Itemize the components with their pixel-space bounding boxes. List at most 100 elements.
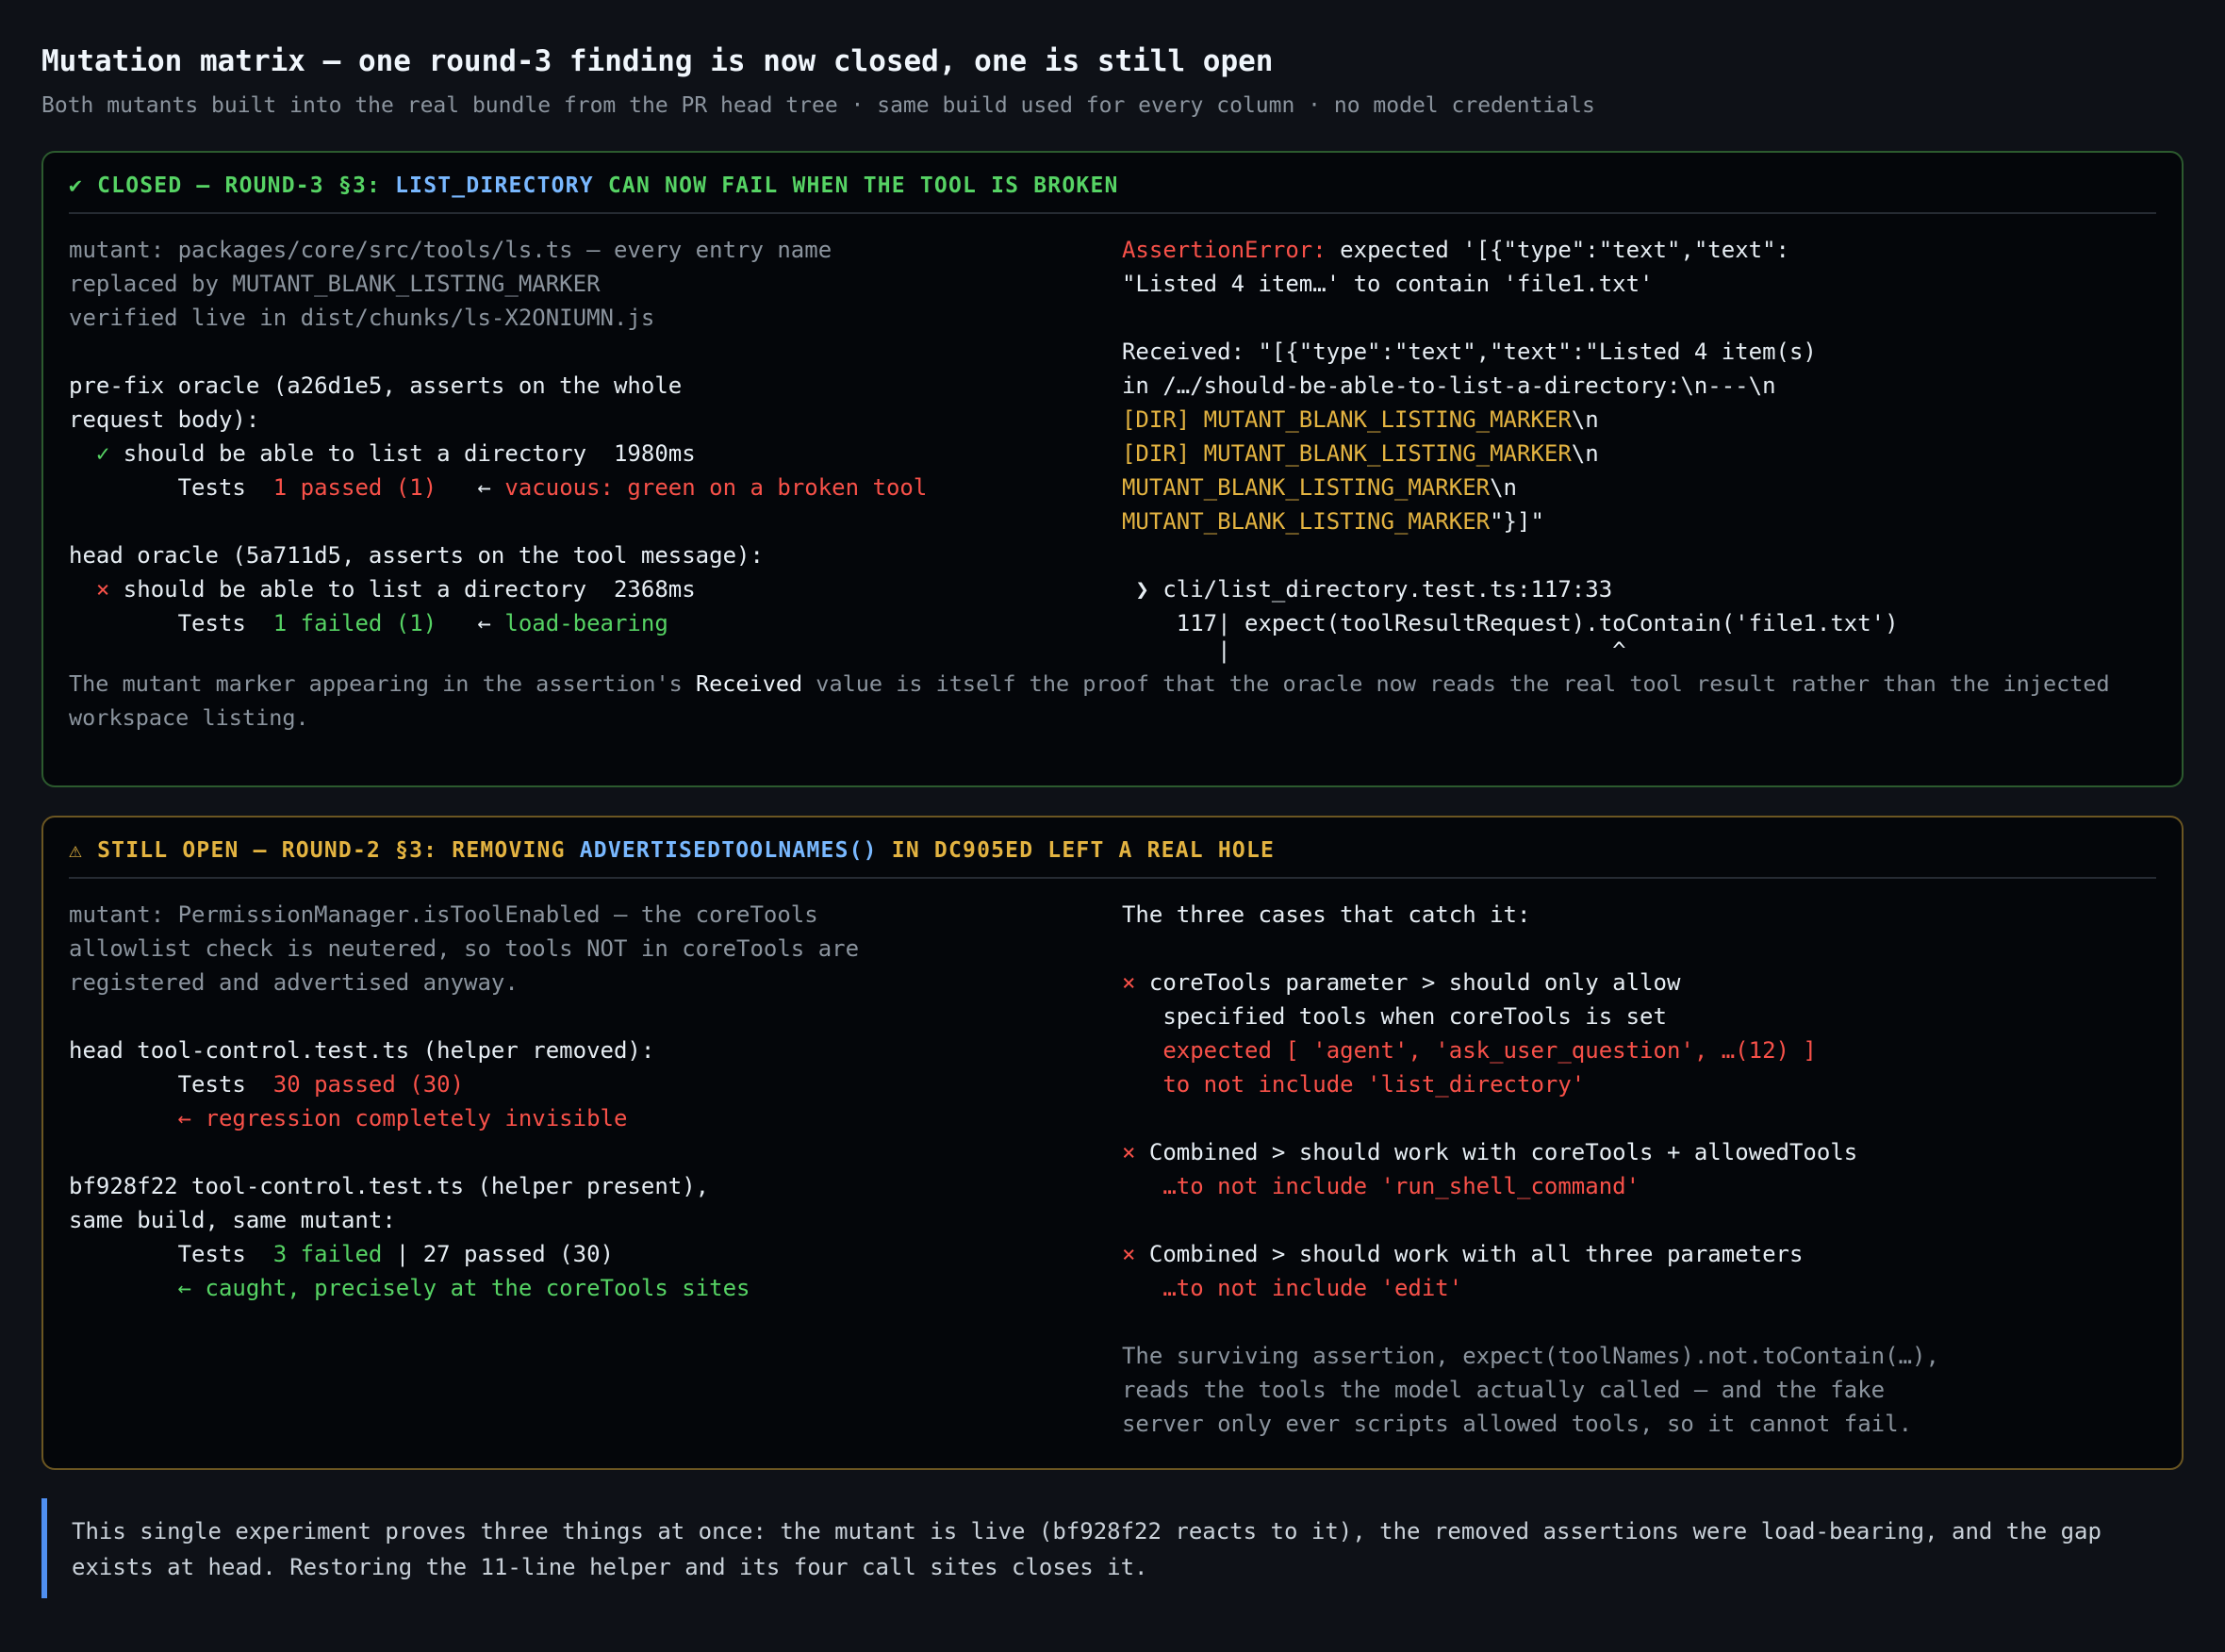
tests-note: load-bearing [504, 610, 668, 636]
error-label: AssertionError: [1121, 237, 1327, 263]
closed-status-label: ✔ CLOSED — ROUND-3 §3: [69, 173, 382, 198]
mutant-line: verified live in dist/chunks/ls-X2ONIUMN… [69, 305, 655, 331]
open-finding-panel: ⚠ STILL OPEN — ROUND-2 §3: REMOVING ADVE… [41, 816, 2184, 1470]
tests-value: 1 passed (1) [272, 474, 437, 501]
head-oracle-line: head oracle (5a711d5, asserts on the too… [69, 542, 764, 569]
bf-tests-row: Tests 3 failed | 27 passed (30) [69, 1237, 1122, 1271]
received-line: MUTANT_BLANK_LISTING_MARKER\n [1122, 471, 2156, 504]
bf-note: ← caught, precisely at the coreTools sit… [69, 1275, 750, 1301]
prefix-oracle-line: request body): [69, 406, 260, 433]
tests-label: Tests [69, 1241, 273, 1267]
open-right-column: The three cases that catch it: × coreTool… [1122, 898, 2156, 1441]
open-status-label: ⚠ STILL OPEN — ROUND-2 §3: REMOVING [69, 838, 566, 863]
tests-rest: | 27 passed (30) [382, 1241, 614, 1267]
error-text-line: "Listed 4 item…' to contain 'file1.txt' [1121, 271, 1654, 297]
case-row: × coreTools parameter > should only allo… [1122, 966, 2156, 999]
cases-heading: The three cases that catch it: [1121, 901, 1531, 928]
received-line: [DIR] MUTANT_BLANK_LISTING_MARKER\n [1122, 437, 2156, 471]
head-line: head tool-control.test.ts (helper remove… [69, 1037, 655, 1064]
source-line: 117| expect(toolResultRequest).toContain… [1121, 610, 1899, 636]
surviving-note: The surviving assertion, expect(toolName… [1121, 1343, 1939, 1369]
case-text: Combined > should work with coreTools + … [1135, 1139, 1858, 1165]
closed-panel-heading: ✔ CLOSED — ROUND-3 §3: LIST_DIRECTORY CA… [69, 172, 2156, 214]
tests-failed: 3 failed [272, 1241, 383, 1267]
case-row: × Combined > should work with coreTools … [1122, 1135, 2156, 1169]
footnote-text: value is itself the proof that the oracl… [802, 670, 2110, 697]
case-detail: …to not include 'edit' [1121, 1275, 1463, 1301]
case-text: coreTools parameter > should only allow [1135, 969, 1681, 996]
case-text: Combined > should work with all three pa… [1135, 1241, 1804, 1267]
case-detail: …to not include 'run_shell_command' [1121, 1173, 1640, 1199]
received-line: [DIR] MUTANT_BLANK_LISTING_MARKER\n [1122, 403, 2156, 437]
escape-text: \n [1571, 406, 1599, 433]
tests-note: vacuous: green on a broken tool [504, 474, 928, 501]
escape-text: \n [1490, 474, 1518, 501]
closed-panel-columns: mutant: packages/core/src/tools/ls.ts — … [69, 233, 2156, 664]
closed-right-column: AssertionError: expected '[{"type":"text… [1121, 233, 2156, 664]
footnote-text: The mutant marker appearing in the asser… [69, 670, 696, 697]
received-line: Received: "[{"type":"text","text":"Liste… [1121, 339, 1817, 365]
head-note: ← regression completely invisible [69, 1105, 628, 1132]
error-text: expected '[{"type":"text","text": [1326, 237, 1789, 263]
received-line: in /…/should-be-able-to-list-a-directory… [1121, 372, 1776, 399]
mutant-line: mutant: packages/core/src/tools/ls.ts — … [69, 237, 832, 263]
tests-label: Tests [69, 1071, 273, 1098]
footnote-emphasis: Received [695, 670, 803, 697]
closed-finding-panel: ✔ CLOSED — ROUND-3 §3: LIST_DIRECTORY CA… [41, 151, 2184, 787]
marker-text: MUTANT_BLANK_LISTING_MARKER [1121, 474, 1491, 501]
mutant-line: allowlist check is neutered, so tools NO… [69, 935, 860, 962]
tests-label: Tests [69, 610, 273, 636]
callout-line: exists at head. Restoring the 11-line he… [72, 1554, 1148, 1580]
prefix-test-row: ✓ should be able to list a directory 198… [69, 437, 1122, 471]
open-highlight: ADVERTISEDTOOLNAMES() [579, 838, 878, 863]
page-subtitle: Both mutants built into the real bundle … [41, 93, 1595, 118]
test-name: should be able to list a directory 2368m… [109, 576, 696, 603]
open-panel-columns: mutant: PermissionManager.isToolEnabled … [69, 898, 2156, 1441]
open-left-column: mutant: PermissionManager.isToolEnabled … [69, 898, 1122, 1441]
arrow-left-icon: ← [437, 474, 505, 501]
cross-icon: × [1121, 1139, 1136, 1165]
bf-line: bf928f22 tool-control.test.ts (helper pr… [69, 1173, 710, 1199]
arrow-left-icon: ← [437, 610, 505, 636]
case-row: × Combined > should work with all three … [1122, 1237, 2156, 1271]
callout-line: This single experiment proves three thin… [72, 1518, 2101, 1545]
assertion-error-line: AssertionError: expected '[{"type":"text… [1122, 233, 2156, 267]
page: Mutation matrix — one round-3 finding is… [0, 0, 2225, 1598]
marker-text: MUTANT_BLANK_LISTING_MARKER [1121, 508, 1491, 535]
case-text: specified tools when coreTools is set [1121, 1003, 1667, 1030]
mutant-line: registered and advertised anyway. [69, 969, 519, 996]
check-icon: ✓ [69, 440, 110, 467]
source-location: ❯ cli/list_directory.test.ts:117:33 [1121, 576, 1613, 603]
source-caret: | ^ [1121, 637, 1626, 664]
received-line: MUTANT_BLANK_LISTING_MARKER"}]" [1122, 504, 2156, 538]
tests-value: 30 passed (30) [272, 1071, 465, 1098]
head-tests-row: Tests 1 failed (1) ← load-bearing [69, 606, 1122, 640]
open-panel-heading: ⚠ STILL OPEN — ROUND-2 §3: REMOVING ADVE… [69, 836, 2156, 879]
head-test-row: × should be able to list a directory 236… [69, 572, 1122, 606]
case-detail: expected [ 'agent', 'ask_user_question',… [1121, 1037, 1817, 1064]
closed-left-column: mutant: packages/core/src/tools/ls.ts — … [69, 233, 1122, 661]
marker-text: [DIR] MUTANT_BLANK_LISTING_MARKER [1121, 406, 1572, 433]
open-heading-rest: IN DC905ED LEFT A REAL HOLE [891, 838, 1276, 863]
summary-callout: This single experiment proves three thin… [41, 1498, 2174, 1598]
footnote-text: workspace listing. [69, 704, 309, 731]
closed-highlight: LIST_DIRECTORY [395, 173, 594, 198]
cross-icon: × [1121, 1241, 1136, 1267]
surviving-note: reads the tools the model actually calle… [1121, 1377, 1886, 1403]
test-name: should be able to list a directory 1980m… [109, 440, 696, 467]
page-title: Mutation matrix — one round-3 finding is… [41, 44, 1274, 78]
escape-text: "}]" [1490, 508, 1544, 535]
case-detail: to not include 'list_directory' [1121, 1071, 1586, 1098]
surviving-note: server only ever scripts allowed tools, … [1121, 1411, 1913, 1437]
head-tests-row: Tests 30 passed (30) [69, 1067, 1122, 1101]
cross-icon: × [69, 576, 110, 603]
prefix-tests-row: Tests 1 passed (1) ← vacuous: green on a… [69, 471, 1122, 504]
mutant-line: replaced by MUTANT_BLANK_LISTING_MARKER [69, 271, 601, 297]
closed-footnote: The mutant marker appearing in the asser… [69, 667, 2156, 735]
cross-icon: × [1121, 969, 1136, 996]
tests-label: Tests [69, 474, 273, 501]
marker-text: [DIR] MUTANT_BLANK_LISTING_MARKER [1121, 440, 1572, 467]
prefix-oracle-line: pre-fix oracle (a26d1e5, asserts on the … [69, 372, 683, 399]
tests-value: 1 failed (1) [272, 610, 437, 636]
escape-text: \n [1571, 440, 1599, 467]
